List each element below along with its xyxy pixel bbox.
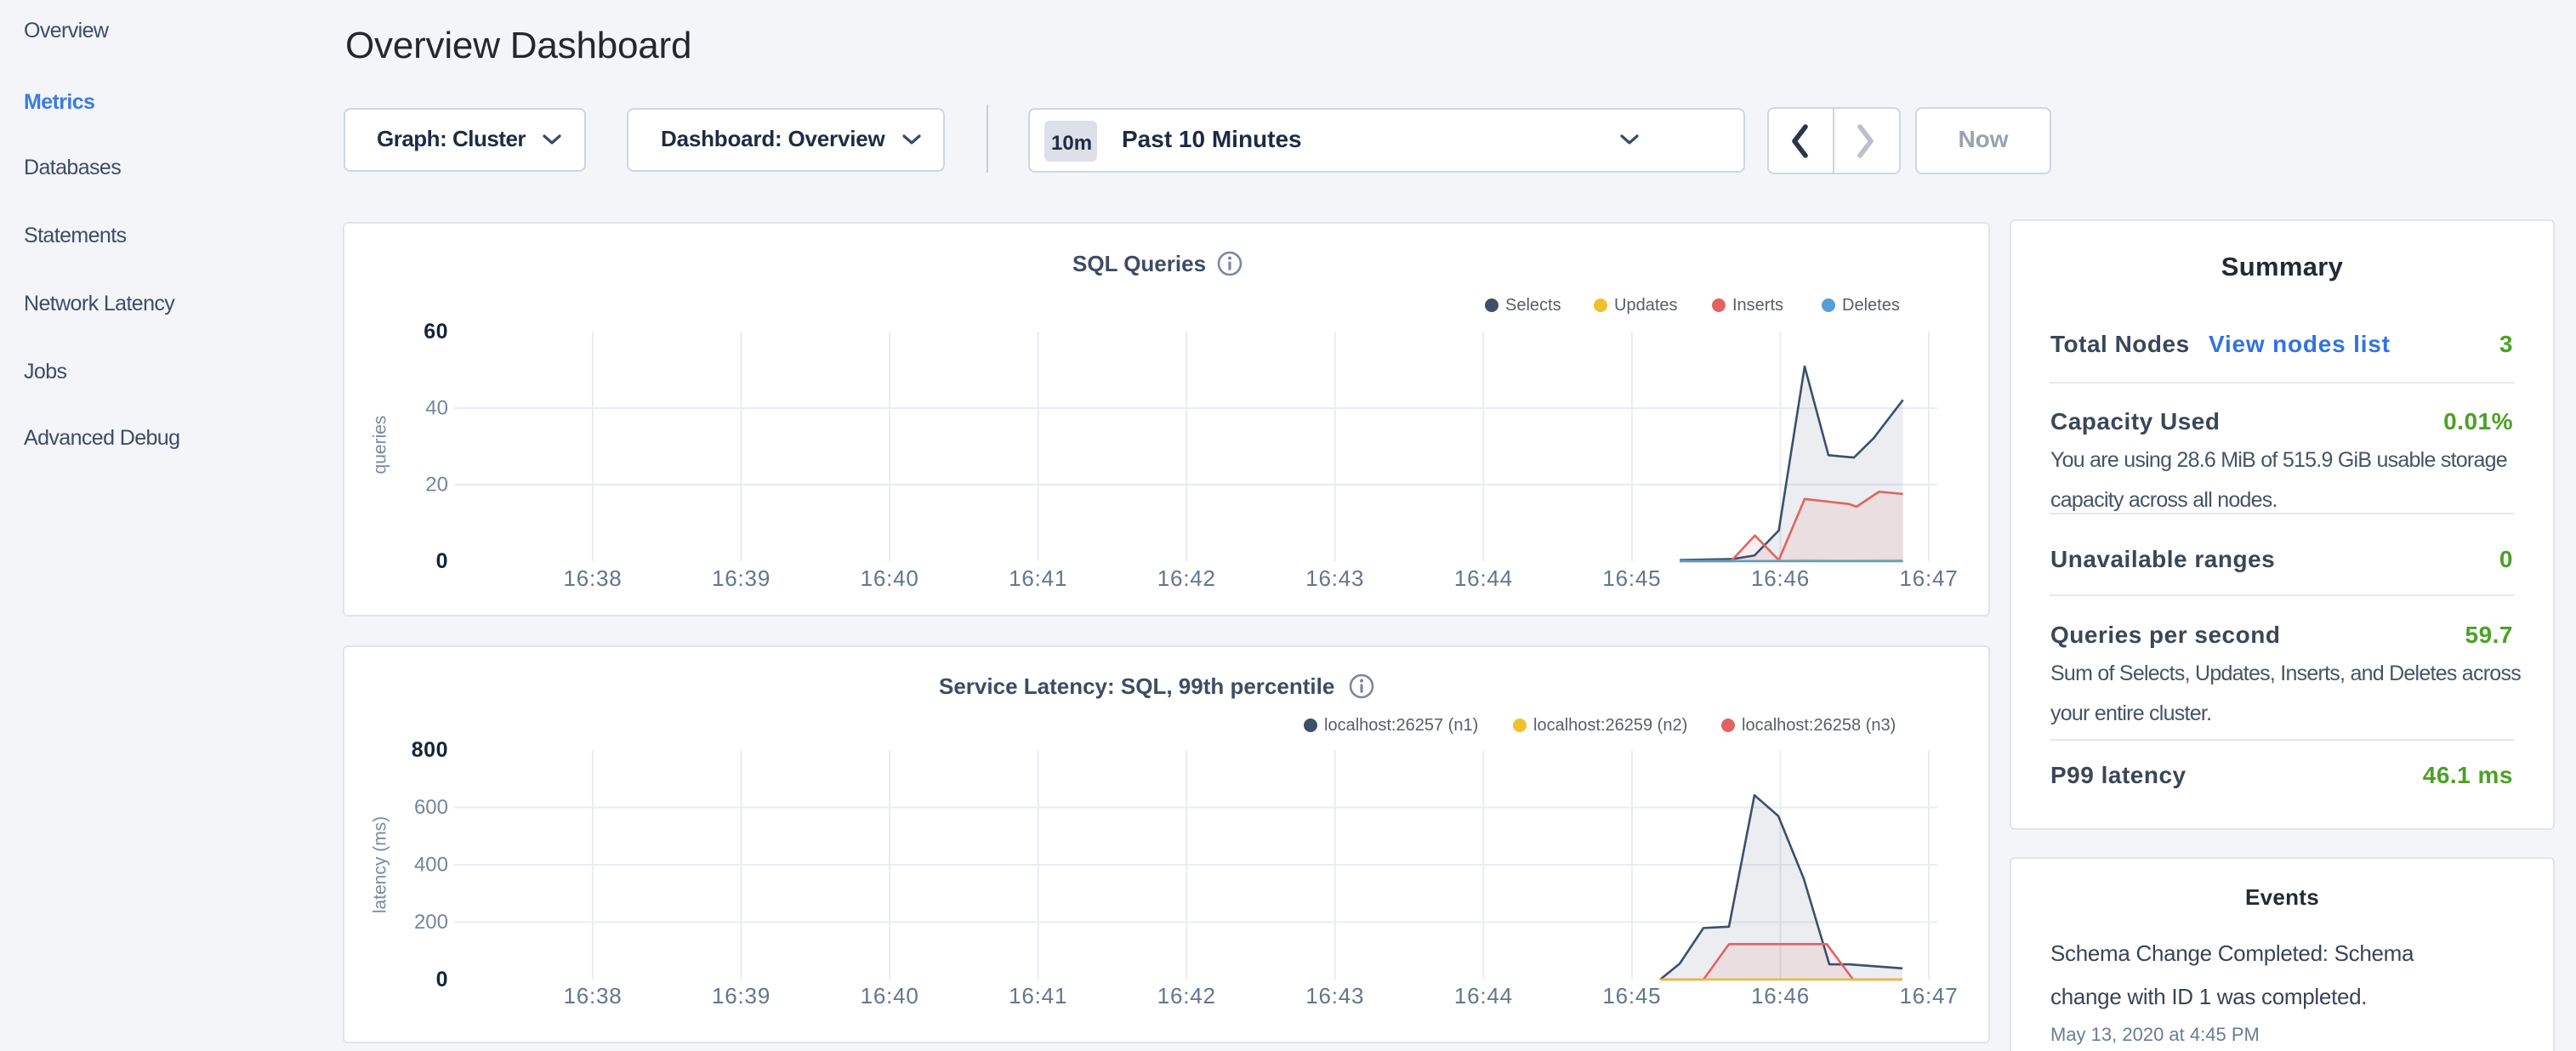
svg-text:16:46: 16:46: [1751, 565, 1810, 591]
svg-text:16:43: 16:43: [1305, 565, 1364, 591]
svg-text:16:44: 16:44: [1454, 565, 1513, 591]
svg-text:400: 400: [414, 854, 448, 877]
svg-text:20: 20: [425, 474, 448, 497]
svg-text:16:41: 16:41: [1009, 983, 1067, 1008]
svg-text:16:43: 16:43: [1305, 983, 1364, 1008]
svg-text:16:44: 16:44: [1454, 983, 1513, 1008]
svg-text:16:38: 16:38: [563, 565, 622, 591]
svg-text:16:42: 16:42: [1157, 983, 1216, 1008]
svg-text:16:42: 16:42: [1157, 565, 1216, 591]
svg-text:600: 600: [414, 796, 448, 819]
svg-text:16:38: 16:38: [563, 983, 622, 1008]
svg-text:800: 800: [412, 738, 448, 762]
svg-text:16:47: 16:47: [1900, 565, 1959, 591]
svg-text:16:39: 16:39: [712, 983, 771, 1008]
svg-text:16:40: 16:40: [861, 983, 919, 1008]
svg-text:16:47: 16:47: [1900, 983, 1959, 1008]
svg-text:16:39: 16:39: [712, 565, 771, 591]
svg-text:latency (ms): latency (ms): [371, 816, 390, 913]
svg-text:40: 40: [425, 397, 448, 420]
svg-text:60: 60: [424, 320, 448, 344]
svg-text:16:40: 16:40: [861, 565, 919, 591]
svg-text:0: 0: [436, 549, 448, 573]
svg-text:queries: queries: [371, 416, 390, 474]
svg-text:16:41: 16:41: [1009, 565, 1067, 591]
svg-text:16:46: 16:46: [1751, 983, 1810, 1008]
svg-text:16:45: 16:45: [1602, 565, 1661, 591]
svg-text:0: 0: [436, 968, 448, 991]
svg-text:16:45: 16:45: [1602, 983, 1661, 1008]
svg-text:200: 200: [414, 911, 448, 934]
